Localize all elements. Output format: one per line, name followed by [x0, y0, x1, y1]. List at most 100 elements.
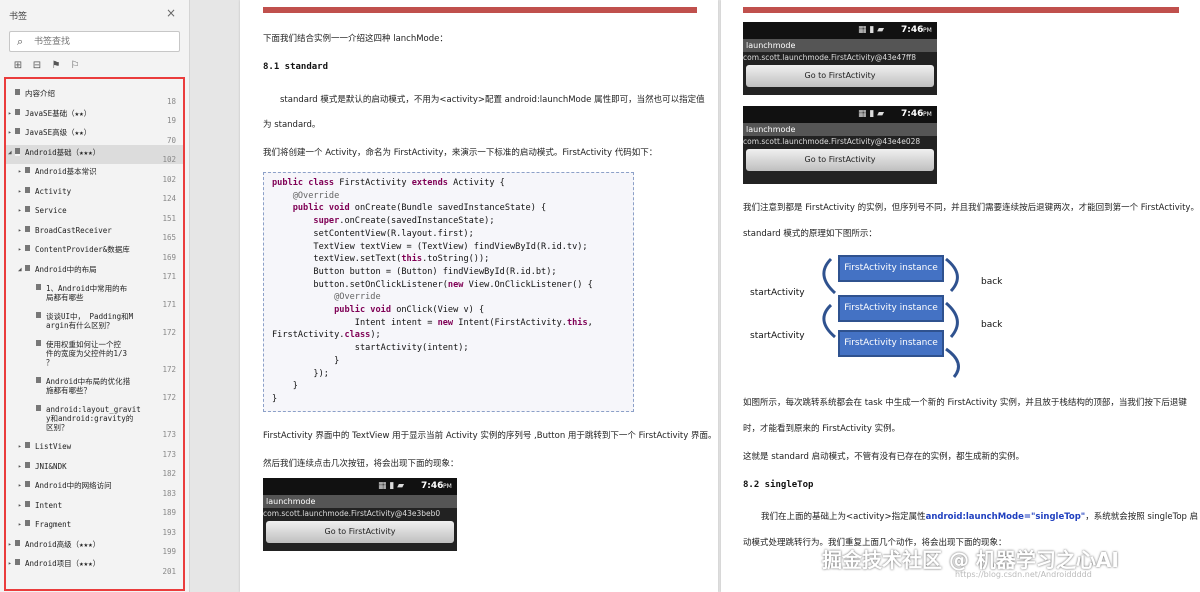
bookmark-item[interactable]: 内容介绍 18: [6, 86, 183, 106]
clock: 7:46: [421, 481, 444, 491]
paragraph: 如图所示，每次跳转系统都会在 task 中生成一个新的 FirstActivit…: [743, 398, 1187, 408]
bookmark-page-number: 182: [162, 469, 176, 478]
expand-arrow-icon[interactable]: ▸: [18, 481, 24, 490]
bookmark-item[interactable]: ▸ ListView 173: [6, 439, 183, 459]
bookmark-icon: [36, 312, 41, 320]
instance-box: FirstActivity instance: [838, 330, 944, 357]
bookmark-page-number: 173: [162, 430, 176, 439]
intro-text: 下面我们结合实例一一介绍这四种 lanchMode：: [263, 34, 448, 44]
bookmark-icon: [36, 340, 41, 348]
bookmark-page-number: 193: [162, 527, 176, 537]
bookmark-item[interactable]: 使用权重如何让一个控 件的宽度为父控件的1/3 ？ 172: [6, 337, 183, 374]
bookmarks-panel: 书签 × ⌕ ⊞ ⊟ ⚑ ⚐ 内容介绍 18 ▸ JavaSE基础（★★） 19 ▸ Jav…: [0, 0, 190, 592]
expand-arrow-icon[interactable]: ▸: [18, 187, 24, 196]
expand-arrow-icon[interactable]: ▸: [8, 559, 14, 568]
bookmark-item[interactable]: ▸ JavaSE基础（★★） 19: [6, 106, 183, 125]
bookmark-icon: [25, 264, 30, 273]
expand-arrow-icon[interactable]: ▸: [8, 109, 14, 118]
signal-battery-icon: ▦ ▮ ▰: [378, 481, 405, 491]
instance-id: com.scott.launchmode.FirstActivity@43e47…: [743, 53, 916, 62]
expand-all-icon[interactable]: ⊞: [11, 60, 25, 74]
bookmark-icon: [25, 225, 30, 234]
watermark: 掘金技术社区 @ 机器学习之心AI: [822, 548, 1119, 572]
bookmark-label: Android中的网络访问: [35, 481, 112, 490]
bookmark-page-number: 70: [166, 135, 176, 145]
instance-id: com.scott.launchmode.FirstActivity@43e4e…: [743, 137, 921, 146]
expand-arrow-icon[interactable]: ▸: [18, 462, 24, 471]
bookmark-item[interactable]: android:layout_gravit y和android:gravity的…: [6, 402, 183, 439]
bookmark-page-number: 171: [162, 300, 176, 309]
bookmark-page-number: 19: [166, 116, 176, 125]
search-input[interactable]: [34, 35, 174, 49]
bookmark-item[interactable]: ▸ Android基本常识 102: [6, 164, 183, 184]
bookmark-icon: [36, 377, 41, 385]
phone-screenshot: ▦ ▮ ▰ 7:46 PM launchmode com.scott.launchm…: [743, 22, 937, 95]
paragraph: 然后我们连续点击几次按钮，将会出现下面的现象：: [263, 459, 459, 469]
collapse-arrow-icon[interactable]: ◢: [18, 265, 24, 274]
expand-arrow-icon[interactable]: ▸: [18, 206, 24, 215]
instance-box: FirstActivity instance: [838, 255, 944, 282]
bookmark-item[interactable]: Android中布局的优化措 施都有哪些？ 172: [6, 374, 183, 402]
page-header-bar: [263, 7, 697, 13]
bookmark-item[interactable]: 1、Android中常用的布 局都有哪些 171: [6, 281, 183, 309]
paragraph: 我们在上面的基础上为<activity>指定属性android:launchMo…: [761, 512, 1199, 522]
bookmark-item[interactable]: ▸ JNI&NDK 182: [6, 459, 183, 478]
expand-arrow-icon[interactable]: ▸: [18, 245, 24, 254]
bookmark-icon: [25, 461, 30, 470]
phone-screenshot: ▦ ▮ ▰ 7:46 PM launchmode com.scott.launchm…: [263, 478, 457, 551]
paragraph: FirstActivity 界面中的 TextView 用于显示当前 Activ…: [263, 431, 717, 441]
expand-arrow-icon[interactable]: ▸: [18, 167, 24, 176]
expand-arrow-icon[interactable]: ▸: [8, 128, 14, 137]
bookmark-icon: [25, 442, 30, 450]
watermark-url: https://blog.csdn.net/Androiddddd: [955, 570, 1092, 579]
bookmark-item[interactable]: ▸ JavaSE高级（★★） 70: [6, 125, 183, 145]
signal-battery-icon: ▦ ▮ ▰: [858, 25, 885, 35]
expand-arrow-icon[interactable]: ▸: [8, 540, 14, 549]
bookmark-item[interactable]: ▸ ContentProvider&数据库 169: [6, 242, 183, 262]
bookmark-item[interactable]: ▸ Android中的网络访问 183: [6, 478, 183, 498]
bookmark-page-number: 189: [162, 508, 176, 517]
expand-arrow-icon[interactable]: ▸: [18, 226, 24, 235]
bookmark-icon: [25, 186, 30, 195]
bookmark-item[interactable]: ▸ Intent 189: [6, 498, 183, 517]
bookmark-page-number: 165: [162, 233, 176, 242]
bookmark-icon: [25, 245, 30, 253]
bookmark-item[interactable]: ▸ Fragment 193: [6, 517, 183, 537]
add-bookmark-icon[interactable]: ⚑: [49, 60, 63, 74]
collapse-arrow-icon[interactable]: ◢: [8, 148, 14, 157]
bookmark-page-number: 172: [162, 365, 176, 374]
bookmark-icon: [15, 539, 20, 548]
bookmark-options-icon[interactable]: ⚐: [68, 60, 82, 74]
expand-arrow-icon[interactable]: ▸: [18, 520, 24, 529]
collapse-all-icon[interactable]: ⊟: [30, 60, 44, 74]
bookmark-item[interactable]: ▸ Activity 124: [6, 184, 183, 203]
paragraph: 我们将创建一个 Activity，命名为 FirstActivity，来演示一下…: [263, 148, 658, 158]
bookmark-label: Android项目（★★★）: [25, 559, 101, 568]
bookmark-label: BroadCastReceiver: [35, 225, 112, 235]
bookmark-item[interactable]: ▸ BroadCastReceiver 165: [6, 223, 183, 242]
signal-battery-icon: ▦ ▮ ▰: [858, 109, 885, 119]
bookmark-item[interactable]: ◢ Android基础（★★★） 102: [6, 144, 183, 164]
paragraph: standard 模式是默认的启动模式，不用为<activity>配置 andr…: [280, 95, 705, 105]
bookmark-label: Activity: [35, 186, 72, 196]
bookmark-item[interactable]: ▸ Service 151: [6, 203, 183, 223]
bookmark-item[interactable]: ▸ Android高级（★★★） 199: [6, 537, 183, 556]
bookmark-item[interactable]: ◢ Android中的布局 171: [6, 262, 183, 281]
paragraph: 为 standard。: [263, 120, 321, 130]
bookmark-label: 1、Android中常用的布 局都有哪些: [46, 284, 128, 302]
bookmark-item[interactable]: 谈谈UI中， Padding和M argin有什么区别？ 172: [6, 309, 183, 337]
bookmark-search[interactable]: ⌕: [9, 31, 180, 52]
app-title: launchmode: [263, 495, 457, 508]
bookmark-icon: [15, 559, 20, 567]
bookmark-item[interactable]: ▸ Android项目（★★★） 201: [6, 556, 183, 576]
bookmark-page-number: 199: [162, 547, 176, 556]
expand-arrow-icon[interactable]: ▸: [18, 501, 24, 510]
bookmark-icon: [36, 284, 41, 292]
bookmark-icon: [25, 167, 30, 175]
goto-button: Go to FirstActivity: [746, 149, 934, 171]
bookmark-label: Android中布局的优化措 施都有哪些？: [46, 377, 131, 395]
close-icon[interactable]: ×: [166, 6, 176, 20]
bookmark-page-number: 201: [162, 566, 176, 576]
bookmark-icon: [25, 500, 30, 509]
expand-arrow-icon[interactable]: ▸: [18, 442, 24, 451]
